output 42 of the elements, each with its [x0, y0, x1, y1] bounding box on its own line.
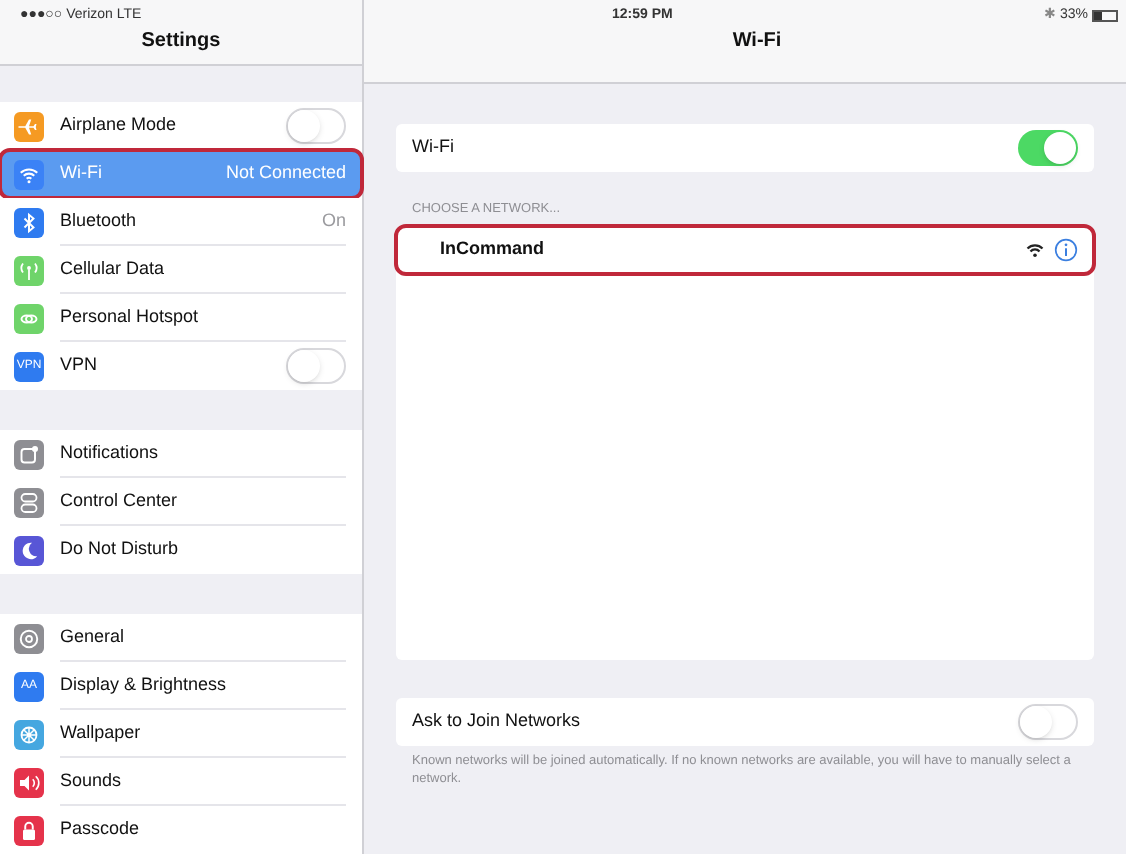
- row-label: General: [60, 623, 127, 650]
- wifi-signal-icon: [1026, 241, 1044, 258]
- settings-icon: [14, 623, 44, 653]
- row-value: On: [321, 207, 346, 234]
- notification-square-icon: [14, 439, 44, 469]
- battery-icon: [1092, 10, 1118, 22]
- toggle-switch[interactable]: [1018, 130, 1078, 166]
- row-label: Bluetooth: [60, 207, 139, 234]
- info-icon[interactable]: [1054, 237, 1078, 262]
- row-label: Wi-Fi: [60, 160, 104, 187]
- row-label: Control Center: [60, 487, 180, 514]
- speaker-icon: [14, 767, 44, 797]
- toggle-switch[interactable]: [1018, 703, 1078, 740]
- toggle-switch[interactable]: [286, 348, 346, 384]
- row-label: VPN: [60, 352, 100, 379]
- row-label: Passcode: [60, 816, 142, 843]
- row-label: Airplane Mode: [60, 111, 179, 138]
- moon-icon: [14, 535, 44, 565]
- row-label: Sounds: [60, 767, 124, 794]
- bluetooth-icon: [14, 207, 44, 237]
- row-value: Not Connected: [225, 160, 346, 187]
- row-label: Notifications: [60, 439, 161, 466]
- row-label: Personal Hotspot: [60, 303, 201, 330]
- settings-row[interactable]: Airplane Mode: [0, 102, 362, 150]
- row-label: Do Not Disturb: [60, 536, 181, 563]
- row-label: Display & Brightness: [60, 671, 229, 698]
- row-label: Ask to Join Networks: [412, 708, 583, 734]
- lock-icon: [14, 815, 44, 845]
- antenna-icon: [14, 255, 44, 285]
- row-label: Cellular Data: [60, 255, 167, 282]
- network-name: InCommand: [440, 236, 547, 262]
- wifi-icon: [14, 159, 44, 189]
- chain-link-icon: [14, 303, 44, 333]
- sidebar-title: Settings: [139, 28, 223, 56]
- page-title: Wi-Fi: [730, 28, 784, 56]
- row-label: Wi-Fi: [412, 134, 456, 161]
- flower-icon: [14, 719, 44, 749]
- airplane-icon: [14, 111, 44, 141]
- row-label: Wallpaper: [60, 719, 143, 746]
- toggle-switch[interactable]: [286, 107, 346, 143]
- switches-icon: [14, 487, 44, 517]
- network-row[interactable]: InCommand: [396, 225, 1094, 274]
